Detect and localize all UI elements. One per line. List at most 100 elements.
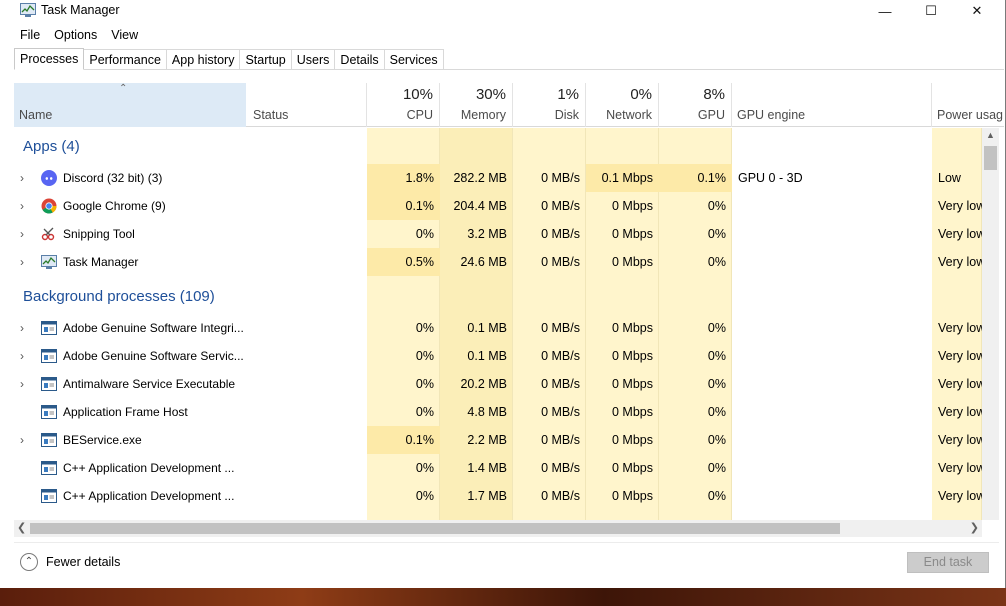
tab-startup[interactable]: Startup bbox=[239, 49, 292, 70]
fewer-details-link[interactable]: Fewer details bbox=[46, 555, 120, 569]
header-network-label: Network bbox=[606, 108, 652, 122]
scroll-right-icon[interactable]: ❯ bbox=[970, 521, 979, 534]
header-status[interactable]: Status bbox=[248, 83, 367, 127]
chrome-icon bbox=[41, 198, 57, 214]
group-apps-title: Apps (4) bbox=[23, 138, 80, 155]
cpu-value: 1.8% bbox=[367, 164, 440, 192]
cpu-value: 0% bbox=[415, 321, 434, 335]
chevron-up-circle-icon[interactable]: ⌃ bbox=[20, 553, 38, 571]
group-background-title: Background processes (109) bbox=[23, 288, 215, 305]
disk-value: 0 MB/s bbox=[541, 349, 580, 363]
gpu-engine-value: GPU 0 - 3D bbox=[738, 171, 803, 185]
expand-chevron-icon[interactable]: › bbox=[20, 192, 30, 220]
header-name[interactable]: ⌃ Name bbox=[14, 83, 246, 127]
memory-value: 0.1 MB bbox=[467, 321, 507, 335]
header-disk[interactable]: 1% Disk bbox=[513, 83, 586, 127]
vertical-scroll-thumb[interactable] bbox=[984, 146, 997, 170]
task-manager-icon bbox=[41, 254, 57, 270]
tab-details[interactable]: Details bbox=[334, 49, 385, 70]
process-row[interactable]: › Adobe Genuine Software Integri... 0% 0.1 … bbox=[14, 314, 982, 342]
header-network[interactable]: 0% Network bbox=[586, 83, 659, 127]
memory-value: 24.6 MB bbox=[460, 255, 507, 269]
process-name: Adobe Genuine Software Integri... bbox=[63, 321, 243, 335]
end-task-button[interactable]: End task bbox=[907, 552, 989, 573]
disk-value: 0 MB/s bbox=[541, 227, 580, 241]
expand-chevron-icon[interactable]: › bbox=[20, 220, 30, 248]
power-usage-value: Very low bbox=[938, 405, 982, 419]
process-row[interactable]: › Google Chrome (9) 0.1% 204.4 MB 0 MB/s 0 Mb… bbox=[14, 192, 982, 220]
expand-chevron-icon[interactable]: › bbox=[20, 248, 30, 276]
network-value: 0 Mbps bbox=[612, 321, 653, 335]
gpu-value: 0% bbox=[707, 433, 726, 447]
header-memory[interactable]: 30% Memory bbox=[440, 83, 513, 127]
minimize-button[interactable]: — bbox=[862, 0, 908, 22]
memory-value: 204.4 MB bbox=[453, 199, 507, 213]
header-power-usage[interactable]: Power usag bbox=[932, 83, 1004, 127]
process-name: Google Chrome (9) bbox=[63, 199, 166, 213]
header-gpu-engine-label: GPU engine bbox=[737, 108, 806, 122]
process-row[interactable]: C++ Application Development ... 0% 1.4 MB 0… bbox=[14, 454, 982, 482]
header-memory-pct: 30% bbox=[475, 86, 506, 103]
cpu-value: 0.5% bbox=[367, 248, 440, 276]
network-value: 0 Mbps bbox=[612, 227, 653, 241]
process-row[interactable]: › Task Manager 0.5% 24.6 MB 0 MB/s 0 Mbps 0% Ve… bbox=[14, 248, 982, 276]
horizontal-scroll-thumb[interactable] bbox=[30, 523, 840, 534]
tab-performance[interactable]: Performance bbox=[83, 49, 167, 70]
expand-chevron-icon[interactable]: › bbox=[20, 342, 30, 370]
gpu-value: 0% bbox=[707, 405, 726, 419]
process-name: Adobe Genuine Software Servic... bbox=[63, 349, 243, 363]
process-row[interactable]: › Discord (32 bit) (3) 1.8% 282.2 MB 0 MB/s 0… bbox=[14, 164, 982, 192]
maximize-button[interactable]: ☐ bbox=[908, 0, 954, 22]
memory-value: 282.2 MB bbox=[453, 171, 507, 185]
header-power-label: Power usag bbox=[937, 108, 1004, 122]
process-row[interactable]: › BEService.exe 0.1% 2.2 MB 0 MB/s 0 Mbps 0% Ve… bbox=[14, 426, 982, 454]
memory-value: 20.2 MB bbox=[460, 377, 507, 391]
process-table: Apps (4) Background processes (109) › Dis… bbox=[14, 128, 982, 520]
memory-value: 4.8 MB bbox=[467, 405, 507, 419]
title-bar[interactable]: Task Manager — ☐ ✕ bbox=[0, 0, 1006, 22]
process-name: C++ Application Development ... bbox=[63, 489, 235, 503]
power-usage-value: Very low bbox=[938, 321, 982, 335]
menu-view[interactable]: View bbox=[104, 26, 145, 44]
service-window-icon bbox=[41, 488, 57, 504]
expand-chevron-icon[interactable]: › bbox=[20, 426, 30, 454]
group-background: Background processes (109) bbox=[14, 284, 367, 312]
power-usage-value: Very low bbox=[938, 377, 982, 391]
service-window-icon bbox=[41, 404, 57, 420]
process-row[interactable]: › Adobe Genuine Software Servic... 0% 0.1 M… bbox=[14, 342, 982, 370]
power-usage-value: Very low bbox=[938, 255, 982, 269]
process-row[interactable]: › Snipping Tool 0% 3.2 MB 0 MB/s 0 Mbps 0% Very… bbox=[14, 220, 982, 248]
tab-users[interactable]: Users bbox=[290, 49, 336, 70]
power-usage-value: Very low bbox=[938, 489, 982, 503]
network-value: 0 Mbps bbox=[612, 349, 653, 363]
network-value: 0 Mbps bbox=[612, 489, 653, 503]
tab-services[interactable]: Services bbox=[383, 49, 444, 70]
expand-chevron-icon[interactable]: › bbox=[20, 314, 30, 342]
disk-value: 0 MB/s bbox=[541, 199, 580, 213]
process-name: BEService.exe bbox=[63, 433, 142, 447]
menu-file[interactable]: File bbox=[13, 26, 47, 44]
scroll-up-icon[interactable]: ▲ bbox=[986, 130, 995, 140]
expand-chevron-icon[interactable]: › bbox=[20, 370, 30, 398]
process-name: Discord (32 bit) (3) bbox=[63, 171, 163, 185]
service-window-icon bbox=[41, 376, 57, 392]
menu-options[interactable]: Options bbox=[47, 26, 104, 44]
horizontal-scrollbar[interactable]: ❮ ❯ bbox=[14, 520, 982, 537]
vertical-scrollbar[interactable]: ▲ bbox=[982, 128, 999, 520]
header-cpu[interactable]: 10% CPU bbox=[367, 83, 440, 127]
process-row[interactable]: C++ Application Development ... 0% 1.7 MB 0… bbox=[14, 482, 982, 510]
process-name: Snipping Tool bbox=[63, 227, 135, 241]
process-row[interactable]: › Antimalware Service Executable 0% 20.2 MB… bbox=[14, 370, 982, 398]
gpu-value: 0% bbox=[707, 321, 726, 335]
tab-processes[interactable]: Processes bbox=[14, 48, 85, 70]
expand-chevron-icon[interactable]: › bbox=[20, 164, 30, 192]
gpu-value: 0% bbox=[707, 199, 726, 213]
header-gpu[interactable]: 8% GPU bbox=[659, 83, 732, 127]
scroll-left-icon[interactable]: ❮ bbox=[17, 521, 26, 534]
close-button[interactable]: ✕ bbox=[954, 0, 1000, 22]
process-row[interactable]: Application Frame Host 0% 4.8 MB 0 MB/s 0 Mb… bbox=[14, 398, 982, 426]
power-usage-value: Very low bbox=[938, 349, 982, 363]
disk-value: 0 MB/s bbox=[541, 321, 580, 335]
tab-app-history[interactable]: App history bbox=[165, 49, 241, 70]
header-gpu-engine[interactable]: GPU engine bbox=[732, 83, 932, 127]
